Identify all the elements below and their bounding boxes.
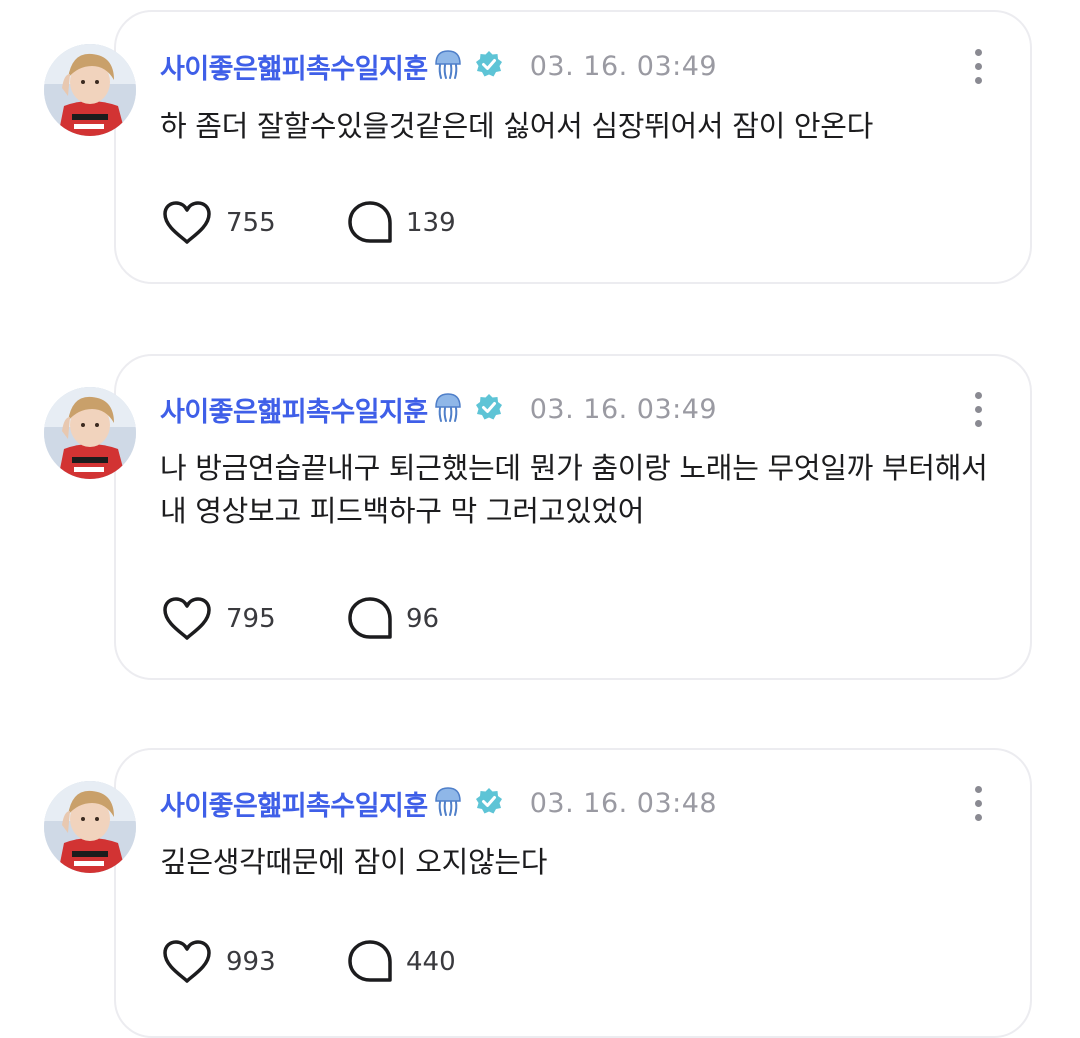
speech-bubble-icon [348, 597, 392, 639]
more-vertical-icon[interactable] [966, 46, 990, 86]
post-actions: 755 139 [160, 198, 456, 248]
avatar-image [44, 44, 136, 136]
avatar[interactable] [44, 44, 136, 136]
jellyfish-icon [432, 391, 464, 427]
like-count: 993 [226, 947, 276, 977]
avatar-image [44, 387, 136, 479]
more-vertical-icon[interactable] [966, 389, 990, 429]
avatar[interactable] [44, 781, 136, 873]
post-actions: 795 96 [160, 594, 439, 644]
username[interactable]: 사이좋은햂피촉수일지훈 [160, 784, 428, 823]
username[interactable]: 사이좋은햂피촉수일지훈 [160, 390, 428, 429]
speech-bubble-icon [348, 201, 392, 243]
like-count: 795 [226, 604, 276, 634]
jellyfish-icon [432, 785, 464, 821]
comment-count: 139 [406, 208, 456, 238]
post-text: 하 좀더 잘할수있을것같은데 싫어서 심장뛰어서 잠이 안온다 [160, 109, 874, 143]
comment-button[interactable]: 96 [346, 595, 439, 643]
heart-outline-icon [163, 201, 211, 244]
post-header: 사이좋은햂피촉수일지훈 03. 16. 03:48 [160, 783, 717, 823]
post-header: 사이좋은햂피촉수일지훈 03. 16. 03:49 [160, 46, 717, 86]
jellyfish-icon [432, 48, 464, 84]
like-button[interactable]: 755 [160, 199, 276, 247]
avatar-image [44, 781, 136, 873]
comment-count: 96 [406, 604, 440, 634]
more-vertical-icon[interactable] [966, 783, 990, 823]
verified-badge-icon [474, 49, 504, 83]
timestamp: 03. 16. 03:49 [529, 50, 718, 82]
heart-outline-icon [163, 597, 211, 640]
heart-outline-icon [163, 940, 211, 983]
post-header: 사이좋은햂피촉수일지훈 03. 16. 03:49 [160, 389, 717, 429]
comment-button[interactable]: 139 [346, 199, 456, 247]
username[interactable]: 사이좋은햂피촉수일지훈 [160, 47, 428, 86]
comment-count: 440 [406, 947, 456, 977]
post-text: 나 방금연습끝내구 퇴근했는데 뭔가 춤이랑 노래는 무엇일까 부터해서 내 영… [160, 451, 988, 528]
avatar[interactable] [44, 387, 136, 479]
verified-badge-icon [474, 392, 504, 426]
timestamp: 03. 16. 03:48 [529, 787, 718, 819]
verified-badge-icon [474, 786, 504, 820]
timestamp: 03. 16. 03:49 [529, 393, 718, 425]
like-count: 755 [226, 208, 276, 238]
post-text: 깊은생각때문에 잠이 오지않는다 [160, 845, 548, 879]
like-button[interactable]: 993 [160, 938, 276, 986]
like-button[interactable]: 795 [160, 595, 276, 643]
speech-bubble-icon [348, 940, 392, 982]
comment-button[interactable]: 440 [346, 938, 456, 986]
post-actions: 993 440 [160, 937, 456, 987]
